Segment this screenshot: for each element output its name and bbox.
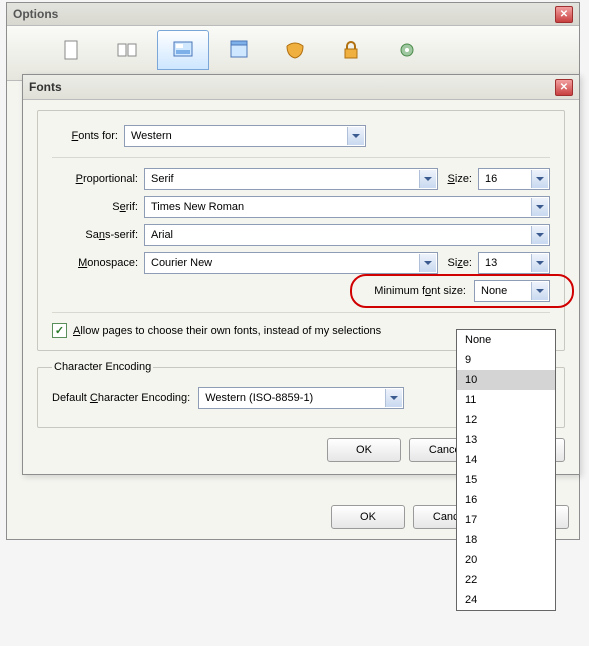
divider [52,157,550,158]
size-value-2: 13 [485,257,497,269]
chevron-down-icon [385,389,402,407]
min-font-option[interactable]: None [457,330,555,350]
tab-applications[interactable] [213,30,265,70]
size-label-1: Size: [448,173,472,185]
min-font-dropdown-list[interactable]: None9101112131415161718202224 [456,329,556,611]
chevron-down-icon [531,282,548,300]
tabs-icon [115,38,139,62]
sans-row: Sans-serif: Arial [52,224,550,246]
min-font-row: Minimum font size: None [52,280,550,302]
fonts-for-combo[interactable]: Western [124,125,366,147]
mono-combo[interactable]: Courier New [144,252,438,274]
serif-value: Times New Roman [151,201,244,213]
fonts-for-value: Western [131,130,172,142]
options-titlebar: Options ✕ [7,3,579,26]
tab-general[interactable] [45,30,97,70]
tab-content-active[interactable] [157,30,209,70]
chevron-down-icon [531,198,548,216]
tab-privacy[interactable] [269,30,321,70]
chevron-down-icon [419,254,436,272]
min-font-option[interactable]: 9 [457,350,555,370]
min-font-option[interactable]: 10 [457,370,555,390]
encoding-combo[interactable]: Western (ISO-8859-1) [198,387,404,409]
min-font-option[interactable]: 12 [457,410,555,430]
proportional-combo[interactable]: Serif [144,168,438,190]
proportional-label: Proportional: [52,173,144,185]
mono-label: Monospace: [52,257,144,269]
min-font-option[interactable]: 15 [457,470,555,490]
lock-icon [339,38,363,62]
chevron-down-icon [531,254,548,272]
min-font-combo[interactable]: None [474,280,550,302]
chevron-down-icon [531,226,548,244]
proportional-value: Serif [151,173,174,185]
min-font-option[interactable]: 14 [457,450,555,470]
options-title: Options [13,7,58,21]
options-ok-button[interactable]: OK [331,505,405,529]
fonts-titlebar: Fonts ✕ [23,75,579,100]
options-tabs [7,26,579,81]
sans-label: Sans-serif: [52,229,144,241]
applications-icon [227,38,251,62]
options-close-button[interactable]: ✕ [555,6,573,23]
min-font-option[interactable]: 18 [457,530,555,550]
mask-icon [283,38,307,62]
fonts-for-label: Fonts for: [52,130,124,142]
fonts-group: Fonts for: Western Proportional: Serif S… [37,110,565,351]
tab-tabs[interactable] [101,30,153,70]
document-icon [59,38,83,62]
chevron-down-icon [347,127,364,145]
mono-value: Courier New [151,257,212,269]
min-font-option[interactable]: 22 [457,570,555,590]
close-icon: ✕ [560,9,568,20]
min-font-value: None [481,285,507,297]
min-font-option[interactable]: 16 [457,490,555,510]
chevron-down-icon [531,170,548,188]
min-font-option[interactable]: 20 [457,550,555,570]
min-font-option[interactable]: 17 [457,510,555,530]
close-icon: ✕ [560,82,568,93]
serif-row: Serif: Times New Roman [52,196,550,218]
encoding-value: Western (ISO-8859-1) [205,392,313,404]
min-font-option[interactable]: 11 [457,390,555,410]
tab-advanced[interactable] [381,30,433,70]
divider [52,312,550,313]
min-font-option[interactable]: 13 [457,430,555,450]
fonts-title: Fonts [29,80,62,94]
allow-pages-checkbox[interactable]: ✓ [52,323,67,338]
chevron-down-icon [419,170,436,188]
fonts-ok-button[interactable]: OK [327,438,401,462]
tab-security[interactable] [325,30,377,70]
min-font-option[interactable]: 24 [457,590,555,610]
gear-icon [395,38,419,62]
sans-combo[interactable]: Arial [144,224,550,246]
allow-pages-label: Allow pages to choose their own fonts, i… [73,325,381,337]
min-font-label: Minimum font size: [374,285,466,297]
size-label-2: Size: [448,257,472,269]
fonts-for-row: Fonts for: Western [52,125,550,147]
size-value-1: 16 [485,173,497,185]
fonts-close-button[interactable]: ✕ [555,79,573,96]
sans-value: Arial [151,229,173,241]
encoding-legend: Character Encoding [52,361,153,373]
serif-label: Serif: [52,201,144,213]
proportional-row: Proportional: Serif Size: 16 [52,168,550,190]
size-combo-1[interactable]: 16 [478,168,550,190]
serif-combo[interactable]: Times New Roman [144,196,550,218]
content-icon [171,38,195,62]
size-combo-2[interactable]: 13 [478,252,550,274]
encoding-label: Default Character Encoding: [52,392,190,404]
mono-row: Monospace: Courier New Size: 13 [52,252,550,274]
